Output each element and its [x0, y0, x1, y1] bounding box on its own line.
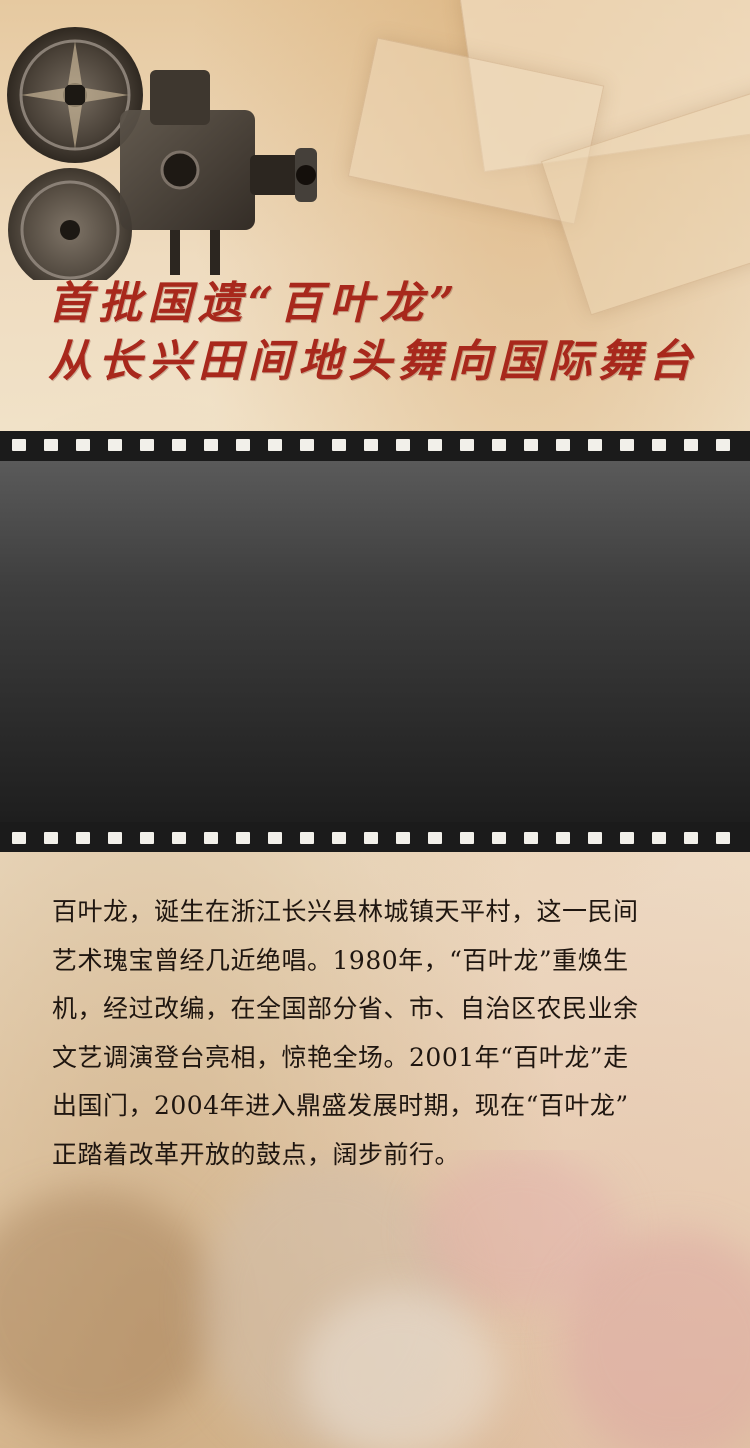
film-sprocket-hole [12, 439, 26, 451]
film-sprocket-hole [140, 832, 154, 844]
film-sprocket-hole [492, 832, 506, 844]
film-sprocket-hole [460, 439, 474, 451]
film-sprocket-hole [268, 832, 282, 844]
film-sprocket-hole [684, 832, 698, 844]
film-sprocket-hole [524, 439, 538, 451]
film-sprocket-hole [44, 439, 58, 451]
article-paragraph: 百叶龙，诞生在浙江长兴县林城镇天平村，这一民间 艺术瑰宝曾经几近绝唱。1980年… [52, 888, 704, 1179]
film-sprocket-hole [684, 439, 698, 451]
film-sprocket-hole [556, 832, 570, 844]
film-sprocket-hole [204, 439, 218, 451]
film-sprocket-hole [428, 439, 442, 451]
film-sprocket-hole [492, 439, 506, 451]
article-line: 正踏着改革开放的鼓点，阔步前行。 [52, 1139, 461, 1169]
film-sprocket-hole [300, 439, 314, 451]
film-sprocket-hole [460, 832, 474, 844]
film-sprocket-hole [620, 439, 634, 451]
film-sprocket-hole [300, 832, 314, 844]
film-sprocket-hole [588, 832, 602, 844]
film-sprocket-hole [76, 832, 90, 844]
page-title: 首批国遗“百叶龙” 从长兴田间地头舞向国际舞台 [48, 276, 728, 390]
film-sprocket-row-top [0, 433, 750, 457]
film-sprocket-hole [364, 439, 378, 451]
film-sprocket-hole [652, 832, 666, 844]
film-sprocket-hole [332, 439, 346, 451]
film-sprocket-hole [524, 832, 538, 844]
film-sprocket-hole [652, 439, 666, 451]
title-line-1: 首批国遗“百叶龙” [48, 278, 461, 329]
film-sprocket-hole [236, 439, 250, 451]
title-line-2: 从长兴田间地头舞向国际舞台 [48, 336, 698, 387]
film-sprocket-hole [236, 832, 250, 844]
article-line: 艺术瑰宝曾经几近绝唱。1980年，“百叶龙”重焕生 [52, 945, 629, 975]
article-line: 出国门，2004年进入鼎盛发展时期，现在“百叶龙” [52, 1091, 629, 1120]
film-sprocket-hole [108, 832, 122, 844]
film-sprocket-hole [716, 832, 730, 844]
article-line: 机，经过改编，在全国部分省、市、自治区农民业余 [52, 994, 639, 1023]
film-sprocket-hole [140, 439, 154, 451]
faded-performance-photo [0, 1150, 750, 1448]
film-frame [0, 461, 750, 822]
film-sprocket-hole [76, 439, 90, 451]
film-sprocket-row-bottom [0, 826, 750, 850]
article-line: 百叶龙，诞生在浙江长兴县林城镇天平村，这一民间 [52, 897, 639, 926]
film-sprocket-hole [364, 832, 378, 844]
film-sprocket-hole [268, 439, 282, 451]
film-sprocket-hole [172, 832, 186, 844]
page-background: 首批国遗“百叶龙” 从长兴田间地头舞向国际舞台 百叶龙，诞生在浙江长兴县林城镇天… [0, 0, 750, 1448]
film-sprocket-hole [44, 832, 58, 844]
film-sprocket-hole [396, 832, 410, 844]
film-strip [0, 431, 750, 852]
film-sprocket-hole [716, 439, 730, 451]
film-sprocket-hole [12, 832, 26, 844]
article-line: 文艺调演登台亮相，惊艳全场。2001年“百叶龙”走 [52, 1042, 629, 1072]
film-projector-icon [7, 27, 317, 280]
film-sprocket-hole [556, 439, 570, 451]
film-sprocket-hole [172, 439, 186, 451]
film-sprocket-hole [428, 832, 442, 844]
film-reel-bottom [8, 168, 132, 280]
film-sprocket-hole [620, 832, 634, 844]
film-sprocket-hole [204, 832, 218, 844]
film-sprocket-hole [588, 439, 602, 451]
film-sprocket-hole [396, 439, 410, 451]
film-sprocket-hole [332, 832, 346, 844]
film-sprocket-hole [108, 439, 122, 451]
